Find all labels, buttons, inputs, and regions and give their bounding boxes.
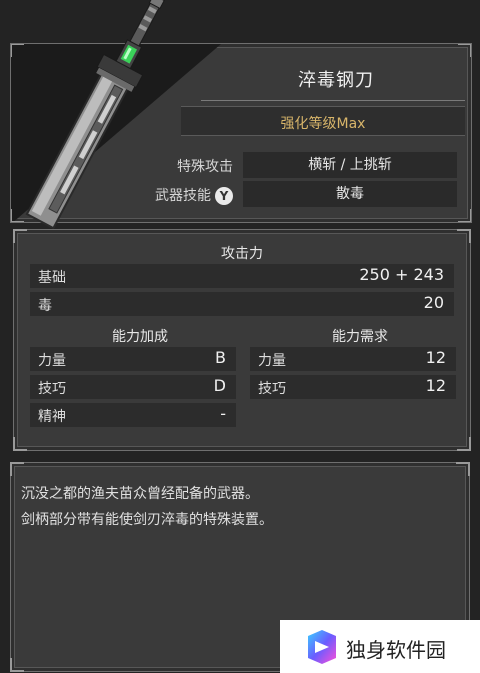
scaling-row-label: 技巧: [38, 381, 66, 397]
upgrade-level-text: 强化等级Max: [280, 116, 366, 132]
special-attack-value: 横斩 / 上挑斩: [243, 152, 457, 178]
description-line: 沉没之都的渔夫苗众曾经配备的武器。: [21, 486, 259, 502]
attack-row-value: 20: [423, 293, 444, 312]
scaling-row: 力量 B: [30, 347, 236, 371]
watermark-text: 独身软件园: [346, 638, 446, 662]
scaling-row: 技巧 D: [30, 375, 236, 399]
scaling-row-label: 力量: [38, 353, 66, 369]
attack-row: 基础 250 + 243: [30, 264, 454, 288]
attack-row-label: 基础: [38, 270, 66, 286]
scaling-title: 能力加成: [112, 329, 168, 345]
scaling-row: 精神 -: [30, 403, 236, 427]
requirement-row: 技巧 12: [250, 375, 456, 399]
scaling-row-value: D: [213, 376, 226, 395]
attack-row: 毒 20: [30, 292, 454, 316]
scaling-row-value: -: [220, 404, 226, 423]
attack-power-title: 攻击力: [221, 246, 263, 262]
requirement-row-label: 力量: [258, 353, 286, 369]
weapon-sword-image: [25, 0, 165, 230]
attack-row-label: 毒: [38, 298, 52, 314]
stats-panel: 攻击力 基础 250 + 243 毒 20 能力加成 能力需求 力量 B 技巧 …: [13, 229, 471, 451]
requirement-row: 力量 12: [250, 347, 456, 371]
requirement-row-label: 技巧: [258, 381, 286, 397]
requirement-row-value: 12: [425, 376, 446, 395]
attack-row-value: 250 + 243: [359, 265, 444, 284]
requirement-title: 能力需求: [332, 329, 388, 345]
upgrade-level-bar: 强化等级Max: [181, 106, 465, 136]
scaling-row-value: B: [215, 348, 226, 367]
weapon-skill-value: 散毒: [243, 181, 457, 207]
watermark-badge: 独身软件园: [280, 620, 480, 673]
app-logo-icon: [308, 630, 336, 664]
title-divider: [201, 100, 465, 101]
weapon-name: 淬毒钢刀: [298, 70, 374, 91]
y-button-icon: Y: [215, 187, 233, 205]
description-line: 剑柄部分带有能使剑刃淬毒的特殊装置。: [21, 512, 273, 528]
scaling-row-label: 精神: [38, 409, 66, 425]
requirement-row-value: 12: [425, 348, 446, 367]
